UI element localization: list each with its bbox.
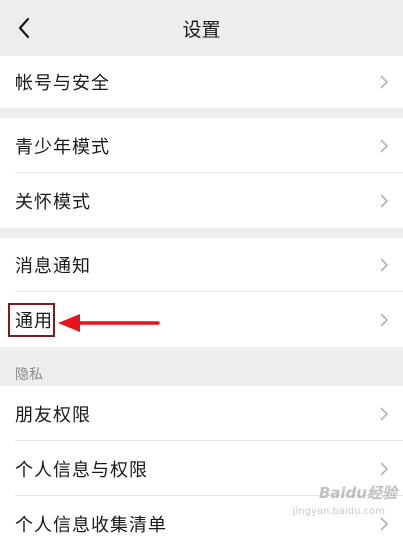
chevron-right-icon: [380, 258, 389, 272]
chevron-right-icon: [380, 461, 389, 476]
chevron-right-icon: [380, 312, 389, 327]
chevron-right-icon: [380, 406, 389, 421]
settings-item-account-security[interactable]: 帐号与安全: [0, 56, 403, 108]
chevron-right-icon: [380, 138, 389, 153]
annotation-arrow-icon: [58, 314, 160, 332]
settings-item-label: 青少年模式: [15, 136, 110, 158]
settings-item-friend-permissions[interactable]: 朋友权限: [0, 386, 403, 441]
settings-item-notifications[interactable]: 消息通知: [0, 238, 403, 292]
chevron-right-icon: [380, 516, 389, 531]
section-label-privacy: 隐私: [15, 367, 43, 383]
watermark-url: jingyan.baidu.com: [292, 506, 385, 517]
navigation-bar: 设置: [0, 0, 403, 56]
settings-item-label: 帐号与安全: [15, 73, 110, 94]
settings-item-personal-info-collection[interactable]: 个人信息收集清单: [0, 496, 403, 551]
settings-item-label: 朋友权限: [15, 404, 91, 426]
watermark-logo: Baidu经验: [318, 484, 397, 502]
page-title: 设置: [182, 19, 221, 41]
settings-item-label: 消息通知: [15, 256, 91, 277]
annotation-highlight-box: [8, 303, 55, 337]
chevron-right-icon: [380, 75, 389, 89]
settings-item-label: 个人信息与权限: [15, 459, 148, 481]
settings-item-care-mode[interactable]: 关怀模式: [0, 173, 403, 228]
settings-item-label: 关怀模式: [15, 191, 91, 213]
chevron-right-icon: [380, 193, 389, 208]
settings-item-teen-mode[interactable]: 青少年模式: [0, 118, 403, 173]
settings-item-label: 个人信息收集清单: [15, 514, 167, 536]
